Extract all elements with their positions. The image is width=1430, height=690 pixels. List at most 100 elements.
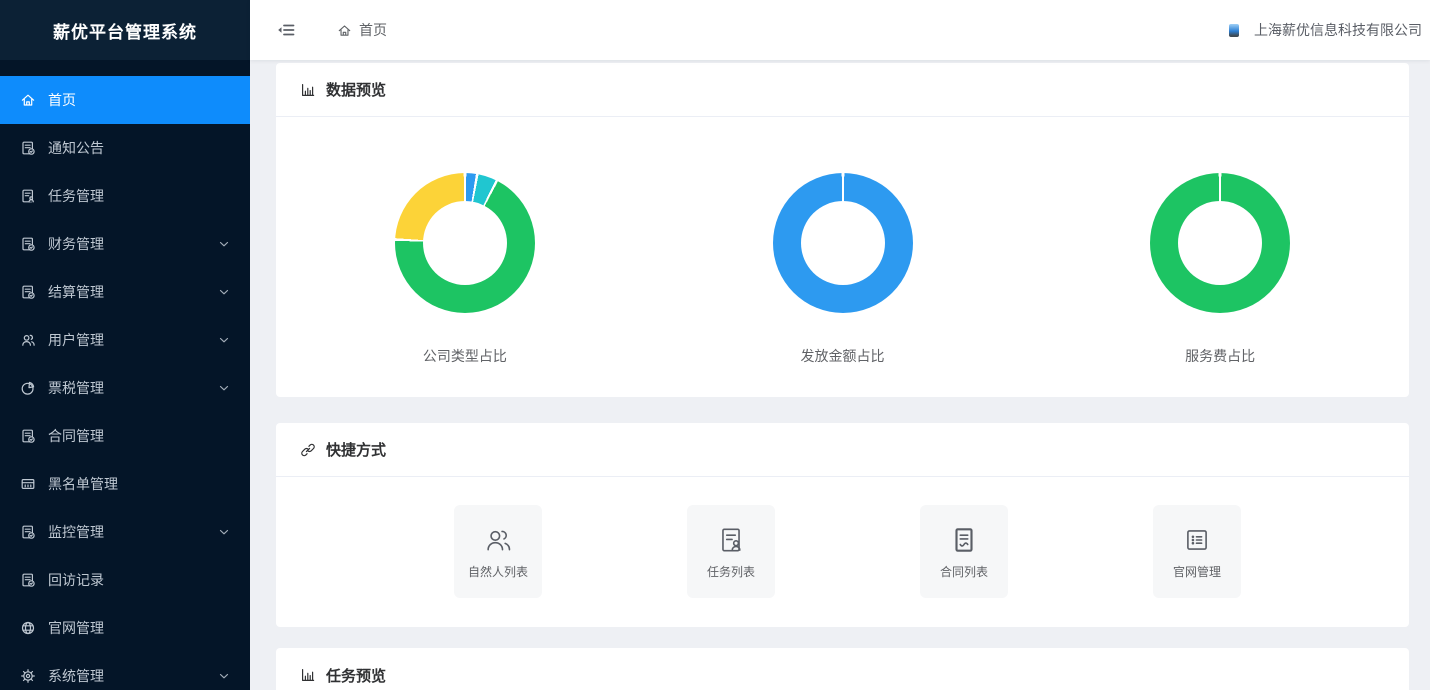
sidebar-item-label: 票税管理 [48, 378, 104, 398]
sidebar-item-website[interactable]: 官网管理 [0, 604, 250, 652]
chevron-down-icon [218, 382, 230, 394]
chart-service-fee: 服务费占比 [1031, 117, 1409, 397]
link-icon [300, 442, 316, 458]
sidebar-item-settlement[interactable]: 结算管理 [0, 268, 250, 316]
section-title: 快捷方式 [326, 439, 386, 460]
fold-menu-icon [276, 20, 296, 40]
chevron-down-icon [218, 526, 230, 538]
sidebar-item-label: 监控管理 [48, 522, 104, 542]
chevron-down-icon [218, 334, 230, 346]
sidebar-item-label: 合同管理 [48, 426, 104, 446]
task-doc-icon [716, 525, 746, 555]
donut-hole [801, 201, 885, 285]
sidebar-item-contract[interactable]: 合同管理 [0, 412, 250, 460]
sidebar-item-users[interactable]: 用户管理 [0, 316, 250, 364]
sidebar-item-blacklist[interactable]: 黑名单管理 [0, 460, 250, 508]
sidebar-item-label: 通知公告 [48, 138, 104, 158]
sidebar-item-label: 回访记录 [48, 570, 104, 590]
company-name: 上海薪优信息科技有限公司 [1254, 20, 1422, 40]
doc-icon [20, 140, 36, 156]
shortcut-label: 任务列表 [707, 563, 755, 580]
sidebar-item-label: 用户管理 [48, 330, 104, 350]
donut-chart-payment-amount [773, 173, 913, 313]
users-icon [483, 525, 513, 555]
sidebar-item-tasks[interactable]: 任务管理 [0, 172, 250, 220]
task-preview-card: 任务预览 [276, 648, 1409, 690]
shortcut-label: 官网管理 [1173, 563, 1221, 580]
page-content: 数据预览 公司类型占比 发放金额占比 [250, 60, 1430, 690]
pie-icon [20, 380, 36, 396]
charts-row: 公司类型占比 发放金额占比 服务费占比 [276, 117, 1409, 397]
sidebar-item-label: 结算管理 [48, 282, 104, 302]
doc-icon [20, 236, 36, 252]
shortcut-task-list[interactable]: 任务列表 [687, 505, 775, 598]
data-preview-card: 数据预览 公司类型占比 发放金额占比 [276, 63, 1409, 397]
sidebar-item-label: 系统管理 [48, 666, 104, 686]
shortcut-col: 官网管理 [1081, 505, 1314, 598]
sidebar-item-monitor[interactable]: 监控管理 [0, 508, 250, 556]
section-title: 任务预览 [326, 665, 386, 686]
sidebar-item-notice[interactable]: 通知公告 [0, 124, 250, 172]
sidebar-item-label: 任务管理 [48, 186, 104, 206]
app-title: 薪优平台管理系统 [0, 0, 250, 60]
users-icon [20, 332, 36, 348]
sidebar-item-label: 首页 [48, 90, 76, 110]
bar-chart-icon [300, 667, 316, 683]
sidebar-item-label: 官网管理 [48, 618, 104, 638]
sidebar-fold-button[interactable] [276, 20, 296, 40]
shortcut-contract-list[interactable]: 合同列表 [920, 505, 1008, 598]
gear-icon [20, 668, 36, 684]
home-icon [20, 92, 36, 108]
task-preview-header: 任务预览 [276, 648, 1409, 690]
doc-person-icon [20, 188, 36, 204]
sidebar-item-tax[interactable]: 票税管理 [0, 364, 250, 412]
shortcut-col: 任务列表 [615, 505, 848, 598]
shortcut-website-admin[interactable]: 官网管理 [1153, 505, 1241, 598]
home-icon [337, 23, 352, 38]
sidebar-menu: 首页 通知公告 任务管理 财务管理 结算管理 用户管理 票税管理 [0, 60, 250, 690]
donut-chart-company-type [395, 173, 535, 313]
doc-icon [20, 572, 36, 588]
sidebar-item-home[interactable]: 首页 [0, 76, 250, 124]
company-avatar [1229, 24, 1239, 37]
web-list-icon [1182, 525, 1212, 555]
shortcuts-row: 自然人列表 任务列表 合同列表 [276, 477, 1409, 627]
shortcuts-header: 快捷方式 [276, 423, 1409, 477]
donut-hole [423, 201, 507, 285]
main-area: 首页 上海薪优信息科技有限公司 数据预览 公司类型占比 [250, 0, 1430, 690]
doc-icon [20, 524, 36, 540]
chart-title: 服务费占比 [1031, 348, 1409, 364]
donut-hole [1178, 201, 1262, 285]
top-header: 首页 上海薪优信息科技有限公司 [250, 0, 1430, 60]
chevron-down-icon [218, 286, 230, 298]
shortcut-natural-person-list[interactable]: 自然人列表 [454, 505, 542, 598]
data-preview-header: 数据预览 [276, 63, 1409, 117]
chevron-down-icon [218, 670, 230, 682]
shortcut-label: 自然人列表 [468, 563, 528, 580]
chart-title: 公司类型占比 [276, 348, 654, 364]
sidebar-item-finance[interactable]: 财务管理 [0, 220, 250, 268]
chart-title: 发放金额占比 [654, 348, 1032, 364]
sidebar-item-label: 财务管理 [48, 234, 104, 254]
chart-company-type: 公司类型占比 [276, 117, 654, 397]
breadcrumb-home: 首页 [359, 20, 387, 40]
sidebar-item-label: 黑名单管理 [48, 474, 118, 494]
sidebar: 薪优平台管理系统 首页 通知公告 任务管理 财务管理 结算管理 用户管理 [0, 0, 250, 690]
sidebar-item-system[interactable]: 系统管理 [0, 652, 250, 690]
card-icon [20, 476, 36, 492]
shortcut-label: 合同列表 [940, 563, 988, 580]
doc-icon [20, 284, 36, 300]
chevron-down-icon [218, 238, 230, 250]
contract-icon [949, 525, 979, 555]
donut-chart-service-fee [1150, 173, 1290, 313]
bar-chart-icon [300, 82, 316, 98]
shortcut-col: 自然人列表 [382, 505, 615, 598]
shortcut-col: 合同列表 [848, 505, 1081, 598]
section-title: 数据预览 [326, 79, 386, 100]
globe-icon [20, 620, 36, 636]
sidebar-item-callback[interactable]: 回访记录 [0, 556, 250, 604]
chart-payment-amount: 发放金额占比 [654, 117, 1032, 397]
doc-icon [20, 428, 36, 444]
account-menu[interactable]: 上海薪优信息科技有限公司 [1229, 20, 1422, 40]
breadcrumb[interactable]: 首页 [337, 20, 387, 40]
